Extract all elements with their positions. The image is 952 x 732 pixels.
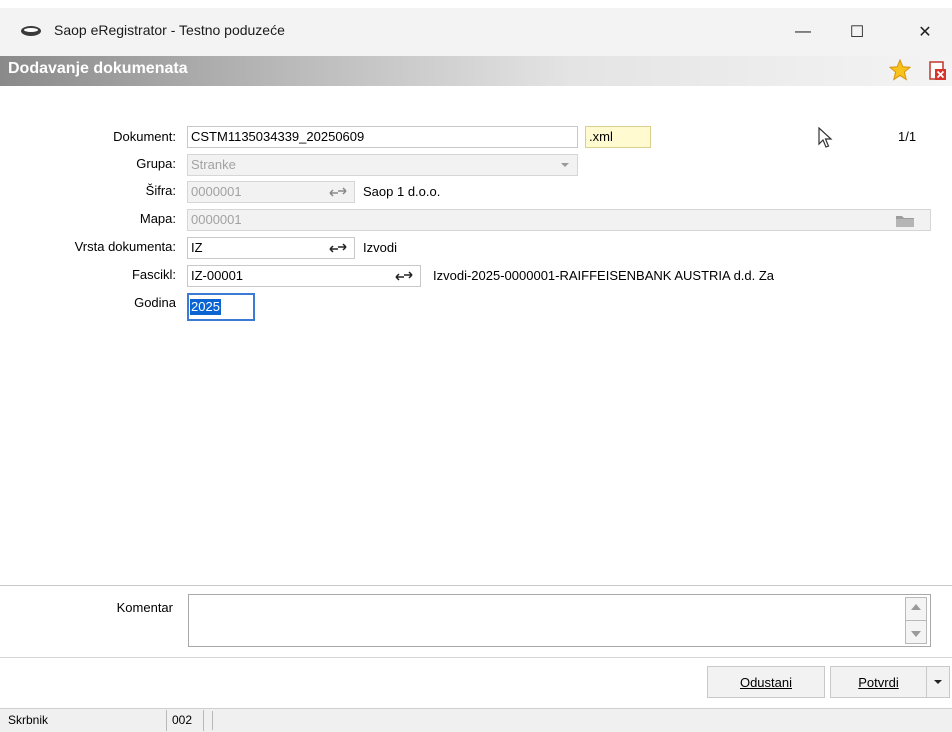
divider: [0, 657, 952, 658]
app-eye-icon: [21, 26, 41, 36]
swap-arrows-icon[interactable]: [329, 242, 347, 254]
mouse-cursor-icon: [818, 127, 833, 148]
status-user: Skrbnik: [8, 713, 49, 727]
status-code: 002: [172, 713, 193, 727]
dialog-title: Dodavanje dokumenata: [8, 60, 188, 77]
minimize-button[interactable]: —: [780, 14, 826, 50]
sifra-name: Saop 1 d.o.o.: [363, 184, 441, 199]
cancel-button[interactable]: Odustani: [707, 666, 825, 698]
page-counter: 1/1: [898, 129, 917, 144]
fascikl-input[interactable]: IZ-00001: [187, 265, 421, 287]
chevron-down-icon: [934, 680, 942, 684]
grupa-select[interactable]: Stranke: [187, 154, 578, 176]
komentar-scrollbar[interactable]: [905, 597, 927, 644]
close-document-icon[interactable]: [929, 61, 947, 81]
mapa-input[interactable]: 0000001: [187, 209, 931, 231]
maximize-button[interactable]: ☐: [834, 14, 880, 50]
chevron-down-icon[interactable]: [560, 162, 570, 168]
komentar-label: Komentar: [116, 600, 173, 615]
star-icon[interactable]: [889, 59, 911, 81]
confirm-dropdown-button[interactable]: [926, 666, 950, 698]
godina-selected-text: 2025: [190, 299, 221, 315]
komentar-textarea[interactable]: [188, 594, 931, 647]
sifra-label: Šifra:: [145, 183, 176, 198]
window-title: Saop eRegistrator - Testno poduzeće: [54, 22, 285, 38]
status-panel: [212, 711, 948, 730]
fascikl-name: Izvodi-2025-0000001-RAIFFEISENBANK AUSTR…: [433, 268, 775, 283]
dokument-extension[interactable]: .xml: [585, 126, 651, 148]
swap-arrows-icon[interactable]: [329, 186, 347, 198]
grupa-label: Grupa:: [136, 156, 176, 171]
vrsta-dokumenta-label: Vrsta dokumenta:: [74, 239, 176, 254]
confirm-button-label: Potvrdi: [858, 674, 899, 690]
folder-icon[interactable]: [895, 213, 915, 228]
dokument-input[interactable]: CSTM1135034339_20250609: [187, 126, 578, 148]
swap-arrows-icon[interactable]: [395, 270, 413, 282]
status-divider: [203, 710, 204, 731]
confirm-button[interactable]: Potvrdi: [830, 666, 927, 698]
cancel-button-label: Odustani: [739, 674, 793, 690]
godina-input[interactable]: 2025: [187, 293, 255, 321]
divider: [0, 585, 952, 586]
fascikl-label: Fascikl:: [131, 267, 176, 282]
dokument-label: Dokument:: [113, 129, 176, 144]
vrsta-dokumenta-name: Izvodi: [363, 240, 397, 255]
close-window-button[interactable]: ✕: [902, 14, 948, 50]
status-divider: [166, 710, 167, 731]
mapa-label: Mapa:: [139, 211, 176, 226]
godina-label: Godina: [134, 295, 176, 310]
